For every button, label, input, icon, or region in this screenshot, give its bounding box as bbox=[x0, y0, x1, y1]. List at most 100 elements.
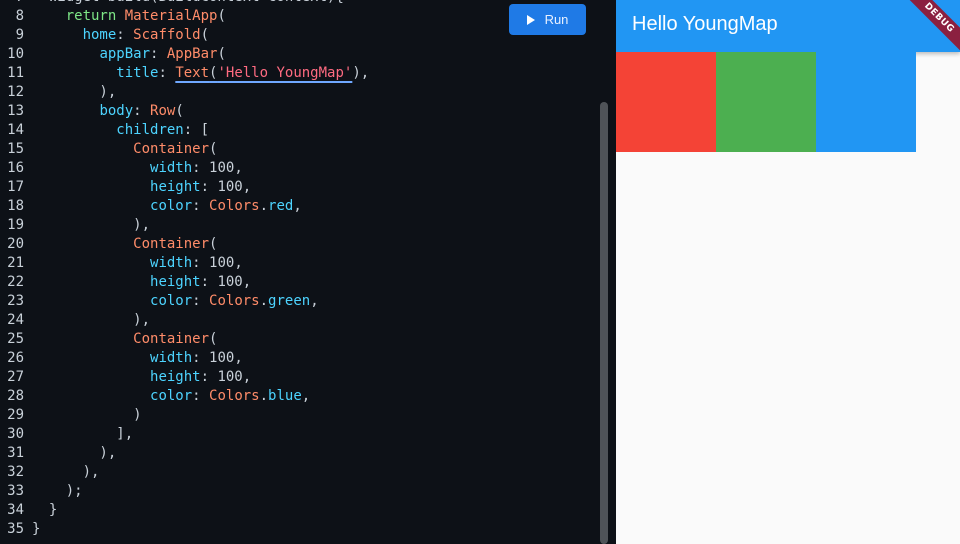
code-token: height bbox=[150, 179, 201, 195]
code-token: appBar bbox=[99, 46, 151, 62]
code-line[interactable]: 14 children: [ bbox=[0, 121, 369, 140]
code-line[interactable]: 7 Widget build(BuildContext context){ bbox=[0, 0, 369, 7]
line-content: ], bbox=[24, 425, 133, 444]
code-token: , bbox=[234, 350, 243, 366]
line-number: 10 bbox=[7, 46, 24, 62]
code-token: Container bbox=[133, 141, 210, 157]
code-line[interactable]: 19 ), bbox=[0, 216, 369, 235]
code-line[interactable]: 17 height: 100, bbox=[0, 178, 369, 197]
code-token: Colors bbox=[209, 198, 260, 214]
line-content: ), bbox=[24, 311, 150, 330]
app-preview: Hello YoungMap DEBUG bbox=[616, 0, 960, 544]
line-content: ), bbox=[24, 463, 100, 482]
line-number: 16 bbox=[7, 160, 24, 176]
code-token: : bbox=[192, 160, 210, 176]
scrollbar-thumb[interactable] bbox=[600, 102, 608, 544]
code-line[interactable]: 33 ); bbox=[0, 482, 369, 501]
code-line[interactable]: 35} bbox=[0, 520, 369, 539]
code-line[interactable]: 32 ), bbox=[0, 463, 369, 482]
code-token: : bbox=[150, 46, 167, 62]
code-token: , bbox=[242, 179, 252, 195]
line-number: 22 bbox=[7, 274, 24, 290]
line-content: ), bbox=[24, 83, 116, 102]
code-token: 100 bbox=[209, 350, 235, 366]
code-line[interactable]: 31 ), bbox=[0, 444, 369, 463]
line-content: height: 100, bbox=[24, 178, 251, 197]
code-line[interactable]: 18 color: Colors.red, bbox=[0, 197, 369, 216]
code-token: ), bbox=[32, 312, 151, 328]
container-row bbox=[616, 52, 916, 152]
code-token: width bbox=[150, 160, 193, 176]
code-line[interactable]: 27 height: 100, bbox=[0, 368, 369, 387]
code-line[interactable]: 24 ), bbox=[0, 311, 369, 330]
code-line[interactable]: 25 Container( bbox=[0, 330, 369, 349]
code-line[interactable]: 34 } bbox=[0, 501, 369, 520]
code-line[interactable]: 16 width: 100, bbox=[0, 159, 369, 178]
code-token: color bbox=[150, 293, 193, 309]
code-token: } bbox=[32, 521, 41, 537]
line-content: height: 100, bbox=[24, 273, 251, 292]
line-number: 19 bbox=[7, 217, 24, 233]
line-number: 32 bbox=[7, 464, 24, 480]
code-token: ), bbox=[32, 217, 151, 233]
line-content: ) bbox=[24, 406, 142, 425]
line-content: Container( bbox=[24, 330, 217, 349]
code-token: Colors bbox=[209, 388, 260, 404]
code-token: Colors bbox=[209, 293, 260, 309]
code-token: : bbox=[200, 179, 218, 195]
code-token: , bbox=[234, 255, 243, 271]
line-number: 21 bbox=[7, 255, 24, 271]
code-line[interactable]: 9 home: Scaffold( bbox=[0, 26, 369, 45]
code-token: : bbox=[200, 369, 218, 385]
line-number: 18 bbox=[7, 198, 24, 214]
code-editor[interactable]: 7 Widget build(BuildContext context){8 r… bbox=[0, 0, 612, 544]
code-line[interactable]: 11 title: Text('Hello YoungMap'), bbox=[0, 64, 369, 83]
code-token: ) bbox=[32, 407, 142, 423]
code-token: . bbox=[259, 198, 269, 214]
line-content: title: Text('Hello YoungMap'), bbox=[24, 64, 369, 83]
code-line[interactable]: 26 width: 100, bbox=[0, 349, 369, 368]
code-area[interactable]: 7 Widget build(BuildContext context){8 r… bbox=[0, 0, 369, 539]
code-line[interactable]: 10 appBar: AppBar( bbox=[0, 45, 369, 64]
code-token: : bbox=[192, 388, 210, 404]
code-token: children bbox=[116, 122, 184, 138]
code-line[interactable]: 22 height: 100, bbox=[0, 273, 369, 292]
code-token: ( bbox=[217, 46, 226, 62]
code-token: 100 bbox=[217, 179, 243, 195]
code-line[interactable]: 15 Container( bbox=[0, 140, 369, 159]
code-token: Row bbox=[150, 103, 176, 119]
code-token: height bbox=[150, 274, 201, 290]
code-token: return bbox=[65, 8, 117, 24]
code-token: . bbox=[259, 293, 269, 309]
code-line[interactable]: 8 return MaterialApp( bbox=[0, 7, 369, 26]
container-blue bbox=[816, 52, 916, 152]
line-content: width: 100, bbox=[24, 349, 243, 368]
code-token: Container bbox=[133, 331, 210, 347]
code-line[interactable]: 20 Container( bbox=[0, 235, 369, 254]
code-line[interactable]: 21 width: 100, bbox=[0, 254, 369, 273]
code-token: height bbox=[150, 369, 201, 385]
code-line[interactable]: 12 ), bbox=[0, 83, 369, 102]
code-line[interactable]: 30 ], bbox=[0, 425, 369, 444]
line-number: 33 bbox=[7, 483, 24, 499]
code-token: ), bbox=[32, 445, 117, 461]
code-line[interactable]: 28 color: Colors.blue, bbox=[0, 387, 369, 406]
code-token: , bbox=[242, 369, 252, 385]
line-content: ); bbox=[24, 482, 83, 501]
code-token: ( bbox=[175, 103, 184, 119]
code-line[interactable]: 29 ) bbox=[0, 406, 369, 425]
run-button[interactable]: Run bbox=[509, 4, 586, 35]
code-line[interactable]: 13 body: Row( bbox=[0, 102, 369, 121]
code-line[interactable]: 23 color: Colors.green, bbox=[0, 292, 369, 311]
code-token: : bbox=[192, 198, 210, 214]
